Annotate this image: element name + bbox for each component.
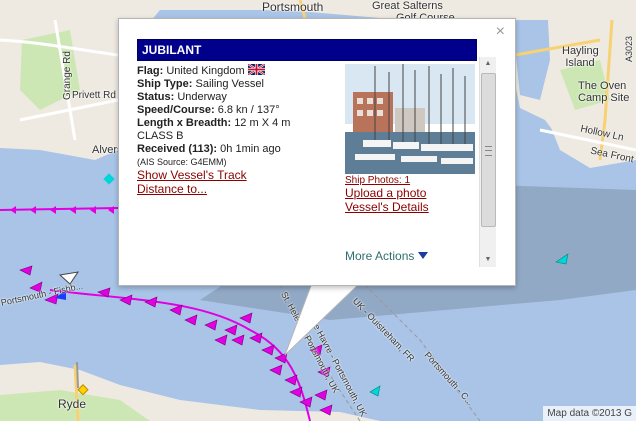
- chevron-down-icon: [417, 252, 428, 259]
- scroll-up-arrow[interactable]: ▲: [480, 57, 496, 71]
- map-label-ryde: Ryde: [58, 397, 87, 411]
- ship-type-row: Ship Type: Sailing Vessel: [137, 78, 342, 91]
- flag-value: United Kingdom: [166, 65, 245, 77]
- class-row: CLASS B: [137, 130, 184, 142]
- map-label-portsmouth: Portsmouth: [262, 0, 324, 14]
- length-value: 12 m X 4 m: [234, 117, 291, 129]
- ryde-pier: [76, 361, 79, 389]
- status-row: Status: Underway: [137, 91, 342, 104]
- map-label-hayling-island: Hayling Island: [562, 45, 599, 69]
- uk-flag-icon: [247, 64, 265, 75]
- length-row: Length x Breadth: 12 m X 4 m: [137, 117, 342, 130]
- status-label: Status:: [137, 91, 175, 103]
- scroll-thumb[interactable]: [481, 73, 496, 227]
- status-value: Underway: [177, 91, 227, 103]
- close-icon[interactable]: ×: [496, 24, 505, 40]
- popup-scrollbar[interactable]: ▲ ▼: [479, 57, 496, 267]
- received-value: 0h 1min ago: [220, 143, 281, 155]
- ship-photos-link[interactable]: Ship Photos: 1: [345, 175, 410, 186]
- vessel-info-popup: × JUBILANT Flag: United Kingdom Ship Typ…: [118, 18, 516, 286]
- popup-content: JUBILANT Flag: United Kingdom Ship Type:…: [137, 39, 477, 267]
- flag-row: Flag: United Kingdom: [137, 64, 342, 78]
- vessel-name-title: JUBILANT: [137, 39, 477, 61]
- vessel-details-panel: Flag: United Kingdom Ship Type: Sailing …: [137, 64, 342, 197]
- length-label: Length x Breadth:: [137, 117, 232, 129]
- vessel-photo[interactable]: [345, 64, 475, 174]
- map-label-oven-camp: The Oven Camp Site: [578, 80, 630, 104]
- upload-photo-link[interactable]: Upload a photo: [345, 186, 426, 200]
- more-actions-button[interactable]: More Actions: [345, 249, 428, 263]
- map-label-privett-rd: Privett Rd: [72, 90, 116, 101]
- scroll-down-arrow[interactable]: ▼: [480, 253, 496, 267]
- map-attribution[interactable]: Map data ©2013 G: [543, 406, 636, 421]
- speed-label: Speed/Course:: [137, 104, 215, 116]
- distance-to-link[interactable]: Distance to...: [137, 182, 207, 196]
- received-row: Received (113): 0h 1min ago: [137, 143, 342, 156]
- received-label: Received (113):: [137, 143, 218, 155]
- scroll-grip: [485, 146, 492, 156]
- show-vessel-track-link[interactable]: Show Vessel's Track: [137, 168, 247, 182]
- ship-type-label: Ship Type:: [137, 78, 193, 90]
- vessel-photo-panel: Ship Photos: 1 Upload a photo Vessel's D…: [345, 64, 477, 214]
- map-label-great-salterns: Great Salterns: [372, 0, 443, 12]
- speed-row: Speed/Course: 6.8 kn / 137°: [137, 104, 342, 117]
- ship-type-value: Sailing Vessel: [195, 78, 264, 90]
- speed-value: 6.8 kn / 137°: [217, 104, 280, 116]
- more-actions-label: More Actions: [345, 249, 415, 263]
- map-label-a3023: A3023: [624, 35, 634, 62]
- flag-label: Flag:: [137, 65, 164, 77]
- vessel-details-link[interactable]: Vessel's Details: [345, 200, 429, 214]
